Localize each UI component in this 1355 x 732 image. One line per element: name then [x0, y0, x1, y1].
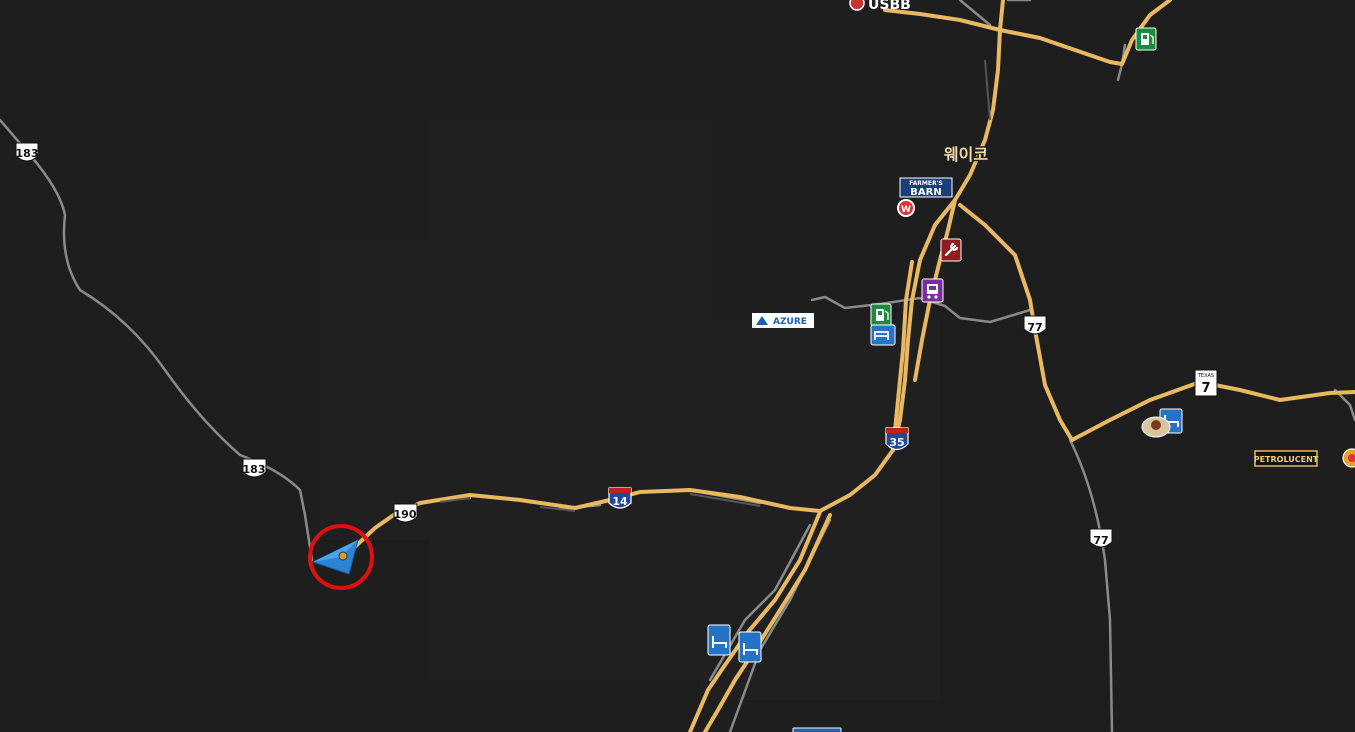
svg-text:183: 183 [243, 463, 266, 476]
service-station-icon[interactable] [940, 238, 962, 262]
city-label-waco: 웨이코 [944, 145, 988, 164]
us190-shield: 190 [393, 503, 418, 523]
petrolucent-logo[interactable]: PETROLUCENT [1254, 450, 1319, 467]
company-logo-bull[interactable] [1141, 416, 1171, 438]
partial-company-icon[interactable] [1342, 448, 1355, 468]
fuel-station-icon[interactable] [870, 303, 892, 327]
rest-stop-icon[interactable] [870, 324, 896, 346]
wallbert-logo[interactable]: W [897, 199, 915, 217]
i14-shield: 14 [608, 487, 632, 509]
offscreen-marker [792, 727, 842, 732]
us183-south-shield: 183 [242, 458, 267, 478]
svg-text:35: 35 [889, 436, 904, 449]
svg-text:PETROLUCENT: PETROLUCENT [1254, 455, 1319, 464]
azure-logo[interactable]: AZURE [752, 313, 814, 328]
us183-north-shield: 183 [15, 142, 39, 162]
motel-icon[interactable] [707, 624, 731, 656]
svg-text:W: W [901, 205, 911, 215]
i35-shield: 35 [885, 427, 909, 451]
usbb-icon [849, 0, 865, 11]
navigation-map[interactable]: 웨이코 USBB 183 183 190 14 35 77 77 TEXAS 7… [0, 0, 1355, 732]
svg-text:FARMER'S: FARMER'S [909, 180, 943, 187]
svg-text:77: 77 [1027, 321, 1042, 334]
svg-text:7: 7 [1201, 381, 1210, 396]
tx7-shield: TEXAS 7 [1194, 369, 1218, 397]
svg-text:AZURE: AZURE [773, 317, 807, 327]
svg-text:190: 190 [394, 508, 417, 521]
motel-icon[interactable] [738, 631, 762, 663]
svg-text:TEXAS: TEXAS [1197, 373, 1214, 379]
us77-north-shield: 77 [1023, 315, 1047, 335]
svg-text:BARN: BARN [910, 187, 941, 198]
fuel-station-icon[interactable] [1135, 27, 1157, 51]
svg-text:14: 14 [612, 495, 628, 508]
svg-text:77: 77 [1093, 534, 1108, 547]
us77-south-shield: 77 [1089, 528, 1113, 548]
svg-text:183: 183 [16, 147, 39, 160]
top-label-text: USBB [868, 0, 911, 13]
farmers-barn-logo[interactable]: FARMER'S BARN [899, 177, 953, 198]
truck-dealer-icon[interactable] [921, 278, 944, 303]
